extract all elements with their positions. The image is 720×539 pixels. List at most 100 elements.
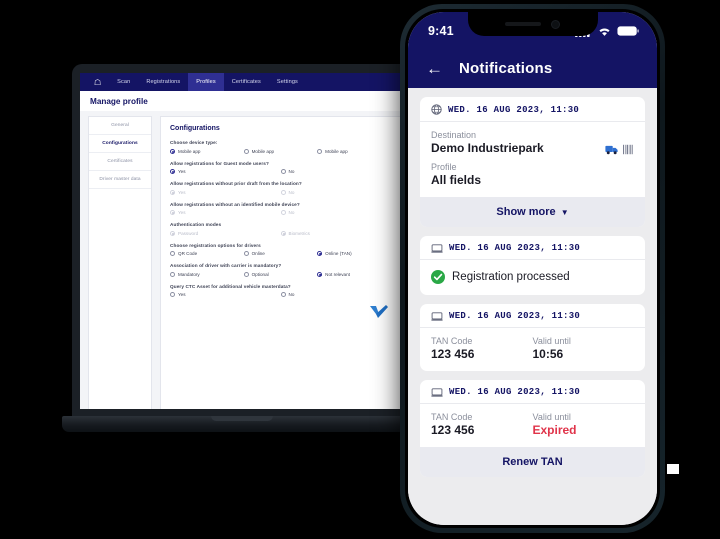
- radio-button-icon[interactable]: [170, 148, 175, 154]
- radio-option-label: Online (TAN): [325, 251, 352, 256]
- radio-button-icon[interactable]: [317, 251, 323, 256]
- config-field-label: Association of driver with carrier is ma…: [170, 263, 282, 268]
- radio-button-icon[interactable]: [317, 148, 323, 154]
- radio-button-icon[interactable]: [280, 169, 286, 174]
- radio-button-icon[interactable]: [243, 148, 249, 154]
- sidebar-item-configurations[interactable]: Configurations: [89, 135, 151, 153]
- card-header: WED. 16 AUG 2023, 11:30: [420, 304, 645, 328]
- destination-value: Demo Industriepark: [431, 141, 544, 155]
- radio-option[interactable]: Mandatory: [170, 271, 244, 277]
- nav-item-settings[interactable]: Settings: [269, 73, 306, 91]
- card-body: TAN Code 123 456 Valid until Expired: [420, 404, 645, 447]
- config-field-label: Choose device type:: [170, 140, 218, 145]
- config-field: Allow registrations without prior draft …: [170, 181, 391, 195]
- status-row: Registration processed: [420, 260, 645, 295]
- notifications-list[interactable]: WED. 16 AUG 2023, 11:30 Destination Demo…: [408, 88, 657, 525]
- config-field: Allow registrations without an identifie…: [170, 201, 391, 215]
- card-body: TAN Code 123 456 Valid until 10:56: [420, 328, 645, 371]
- tan-code-label: TAN Code: [431, 336, 473, 346]
- radio-option[interactable]: QR Code: [170, 251, 244, 256]
- nav-item-scan[interactable]: Scan: [109, 73, 138, 91]
- laptop-device: ☖ Scan Registrations Profiles Certificat…: [62, 64, 422, 464]
- radio-option[interactable]: Mobile app: [170, 148, 244, 154]
- config-field-options: Yes No: [170, 189, 391, 195]
- home-icon[interactable]: ☖: [86, 78, 109, 87]
- card-header: WED. 16 AUG 2023, 11:30: [420, 97, 645, 122]
- notification-card-tan[interactable]: WED. 16 AUG 2023, 11:30 TAN Code 123 456…: [420, 304, 645, 371]
- radio-option[interactable]: No: [280, 292, 392, 297]
- tan-code-col: TAN Code 123 456: [431, 336, 533, 361]
- radio-option[interactable]: Yes: [170, 292, 281, 297]
- valid-until-label: Valid until: [532, 412, 571, 422]
- config-field-options: Yes No: [170, 292, 391, 297]
- radio-option-label: Yes: [178, 169, 186, 174]
- nav-item-certificates[interactable]: Certificates: [224, 73, 269, 91]
- phone-bezel: 9:41 ← Notifications WED. 16 AUG 2023, 1…: [405, 9, 660, 528]
- globe-icon: [431, 104, 442, 115]
- radio-option-label: Mobile app: [178, 148, 201, 154]
- front-camera-icon: [551, 19, 560, 29]
- truck-icon: [605, 145, 618, 155]
- sidebar-item-certificates[interactable]: Certificates: [89, 153, 151, 171]
- radio-option[interactable]: Online: [243, 251, 318, 256]
- app-body: General Configurations Certificates Driv…: [80, 111, 409, 409]
- card-date: WED. 16 AUG 2023, 11:30: [449, 387, 581, 397]
- radio-option[interactable]: Online (TAN): [317, 251, 391, 256]
- checkmark-logo: [370, 305, 388, 318]
- notification-card-status[interactable]: WED. 16 AUG 2023, 11:30 Registration pro…: [420, 236, 645, 295]
- radio-option[interactable]: Optional: [243, 271, 318, 277]
- notification-card-tan-expired[interactable]: WED. 16 AUG 2023, 11:30 TAN Code 123 456…: [420, 380, 645, 477]
- radio-button-icon[interactable]: [317, 271, 323, 277]
- radio-button-icon[interactable]: [243, 271, 249, 277]
- config-field-options: Yes No: [170, 210, 391, 215]
- notification-card-destination[interactable]: WED. 16 AUG 2023, 11:30 Destination Demo…: [420, 97, 645, 227]
- tan-code-value: 123 456: [431, 347, 475, 361]
- renew-tan-button[interactable]: Renew TAN: [420, 447, 645, 477]
- radio-option[interactable]: Mobile app: [317, 148, 391, 154]
- radio-option-label: Mobile app: [325, 148, 348, 154]
- radio-option-label: No: [288, 189, 295, 195]
- radio-option-label: No: [288, 169, 295, 174]
- config-field-options: Password Biometrics: [170, 230, 391, 236]
- radio-button-icon: [280, 210, 286, 215]
- config-field-label: Authentication modes: [170, 222, 222, 227]
- radio-option[interactable]: Not relevant: [317, 271, 391, 277]
- radio-option[interactable]: No: [280, 169, 392, 174]
- config-field-options: Yes No: [170, 169, 391, 174]
- radio-option-label: No: [288, 210, 295, 215]
- radio-button-icon[interactable]: [280, 292, 286, 297]
- radio-button-icon[interactable]: [170, 292, 175, 297]
- radio-button-icon[interactable]: [170, 169, 175, 174]
- wifi-icon: [599, 28, 610, 36]
- radio-button-icon[interactable]: [243, 251, 249, 256]
- show-more-button[interactable]: Show more ▼: [420, 197, 645, 227]
- radio-button-icon[interactable]: [170, 271, 175, 277]
- config-field-label: Query CTC Asset for additional vehicle m…: [170, 283, 291, 289]
- radio-option-label: QR Code: [178, 251, 198, 256]
- profile-side-menu: General Configurations Certificates Driv…: [88, 116, 152, 409]
- card-date: WED. 16 AUG 2023, 11:30: [449, 243, 581, 253]
- config-field-label: Allow registrations without an identifie…: [170, 201, 300, 207]
- radio-option[interactable]: Mobile app: [243, 148, 318, 154]
- phone-app-header: ← Notifications: [408, 48, 657, 88]
- status-text: Registration processed: [452, 271, 570, 283]
- radio-button-icon[interactable]: [170, 251, 175, 256]
- radio-option: Password: [170, 230, 281, 236]
- config-field: Choose device type: Mobile app Mobile app M…: [170, 140, 391, 154]
- radio-option-label: Password: [178, 230, 199, 236]
- radio-option-label: Mobile app: [251, 148, 275, 154]
- pane-footer: [170, 304, 391, 320]
- back-arrow-icon[interactable]: ←: [426, 60, 443, 77]
- nav-item-profiles[interactable]: Profiles: [188, 73, 224, 91]
- radio-option[interactable]: Yes: [170, 169, 281, 174]
- renew-tan-label: Renew TAN: [502, 456, 563, 468]
- radio-option-label: Yes: [178, 210, 186, 215]
- radio-option: No: [280, 210, 392, 215]
- sidebar-item-general[interactable]: General: [89, 117, 151, 135]
- nav-item-registrations[interactable]: Registrations: [138, 73, 188, 91]
- phone-screen: 9:41 ← Notifications WED. 16 AUG 2023, 1…: [408, 12, 657, 525]
- profile-value: All fields: [431, 173, 482, 187]
- sidebar-item-driver-master-data[interactable]: Driver master data: [89, 171, 151, 189]
- radio-button-icon: [280, 189, 286, 195]
- tan-code-label: TAN Code: [431, 412, 473, 422]
